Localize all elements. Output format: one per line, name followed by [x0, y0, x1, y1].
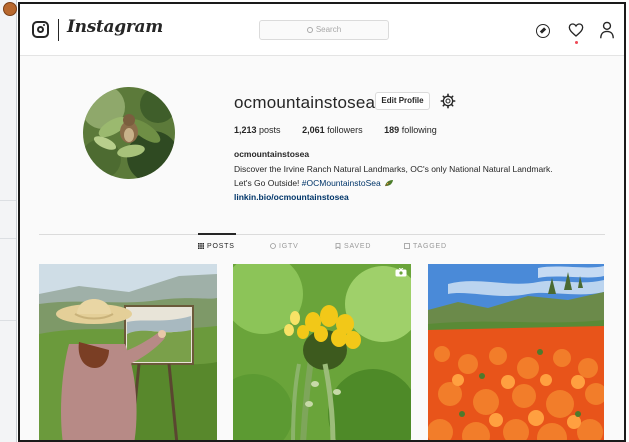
bookmark-icon: [335, 243, 341, 249]
instagram-glyph-icon[interactable]: [32, 21, 49, 38]
profile-full-name: ocmountainstosea: [234, 149, 310, 159]
post-thumbnail[interactable]: [233, 264, 411, 440]
profile-bio-line: Let's Go Outside! #OCMountainstoSea: [234, 178, 394, 188]
followers-link[interactable]: 2,061 followers: [302, 125, 363, 135]
post-image-flowers: [233, 264, 411, 440]
active-tab-indicator: [198, 233, 236, 235]
search-input[interactable]: Search: [259, 20, 389, 40]
instagram-profile-window: Instagram Search ocmountainstosea Edit P…: [18, 2, 626, 442]
following-link[interactable]: 189 following: [384, 125, 437, 135]
profile-username: ocmountainstosea: [234, 93, 376, 112]
profile-website-link[interactable]: linkin.bio/ocmountainstosea: [234, 192, 349, 202]
logo-separator: [58, 19, 59, 41]
background-window-divider: [0, 320, 16, 321]
bio-hashtag-link[interactable]: #OCMountainstoSea: [302, 178, 381, 188]
background-window-divider: [0, 238, 16, 239]
background-window-edge: [0, 0, 17, 442]
background-window-divider: [0, 200, 16, 201]
tab-saved[interactable]: SAVED: [335, 243, 371, 250]
activity-heart-icon[interactable]: [568, 22, 584, 38]
tag-icon: [404, 243, 410, 249]
background-window-avatar: [3, 2, 17, 16]
explore-compass-icon[interactable]: [536, 24, 550, 38]
tab-posts[interactable]: POSTS: [198, 243, 235, 250]
profile-stats: 1,213 posts 2,061 followers 189 followin…: [234, 125, 456, 135]
search-icon: [306, 27, 313, 33]
post-thumbnail[interactable]: [428, 264, 604, 440]
top-nav-bar: Instagram Search: [20, 4, 624, 56]
search-placeholder: Search: [260, 25, 388, 34]
igtv-icon: [270, 243, 276, 249]
leaf-emoji-icon: [384, 180, 393, 187]
post-image-painter: [39, 264, 217, 440]
profile-person-icon[interactable]: [600, 21, 614, 39]
notification-dot: [575, 41, 578, 44]
tab-igtv[interactable]: IGTV: [270, 243, 299, 250]
grid-icon: [198, 243, 204, 249]
profile-avatar[interactable]: [83, 87, 175, 179]
instagram-wordmark[interactable]: Instagram: [67, 17, 163, 37]
posts-count: 1,213 posts: [234, 125, 281, 135]
profile-bio-line: Discover the Irvine Ranch Natural Landma…: [234, 164, 553, 174]
igtv-badge-icon: [395, 268, 407, 277]
tabs-divider: [39, 234, 605, 235]
post-thumbnail[interactable]: [39, 264, 217, 440]
tab-tagged[interactable]: TAGGED: [404, 243, 447, 250]
edit-profile-button[interactable]: Edit Profile: [375, 92, 430, 110]
settings-gear-icon[interactable]: [440, 93, 456, 109]
post-image-poppies: [428, 264, 604, 440]
